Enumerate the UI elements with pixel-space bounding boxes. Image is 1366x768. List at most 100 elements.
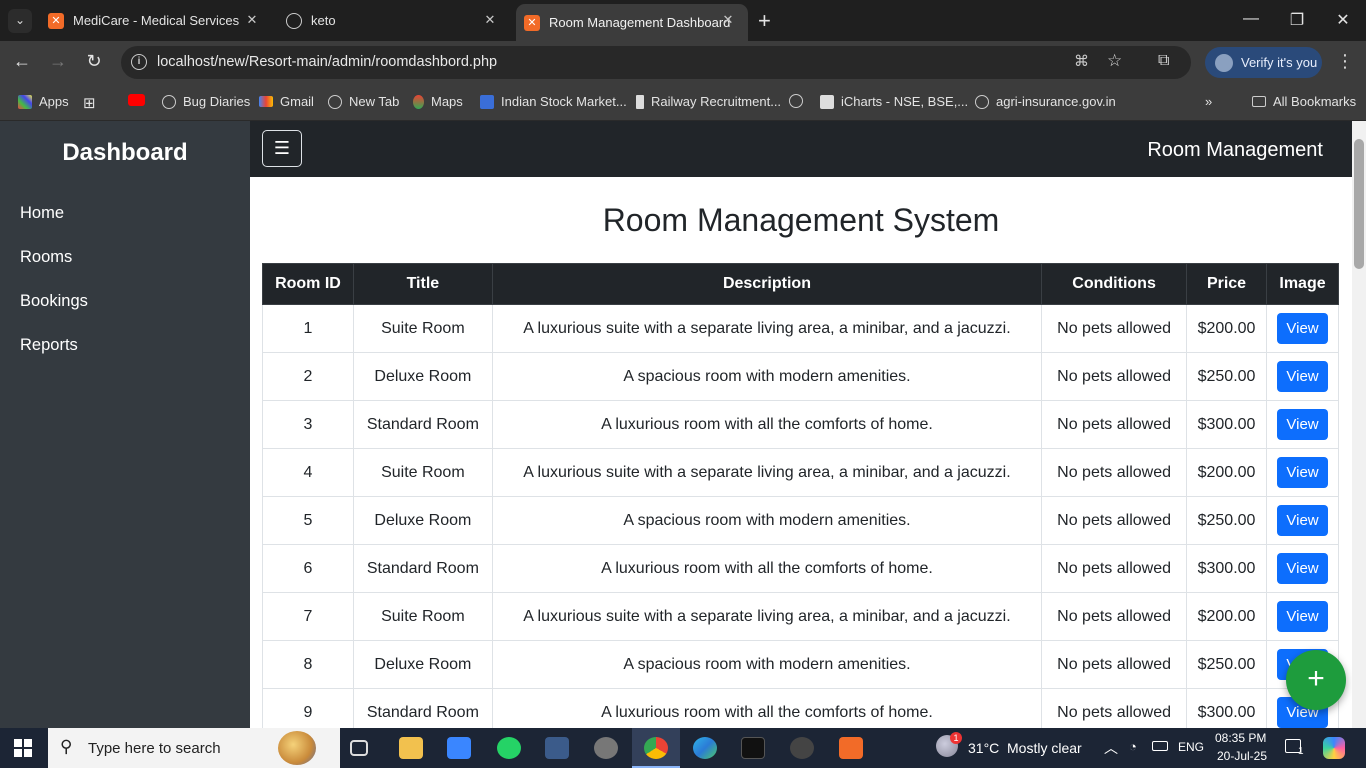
xampp-taskbar-icon[interactable]	[839, 737, 863, 759]
folder-icon	[1252, 96, 1266, 107]
cell-room-id: 3	[262, 400, 354, 449]
all-bookmarks[interactable]: All Bookmarks	[1252, 94, 1356, 109]
clock-time[interactable]: 08:35 PM	[1215, 731, 1266, 745]
vscode-icon[interactable]	[545, 737, 569, 759]
bookmark-maps[interactable]: Maps	[413, 94, 463, 109]
bookmark-gmail[interactable]: Gmail	[259, 94, 314, 109]
view-image-button[interactable]: View	[1277, 553, 1328, 584]
table-row: 9 Standard Room A luxurious room with all …	[262, 688, 1339, 728]
view-image-button[interactable]: View	[1277, 601, 1328, 632]
wifi-icon[interactable]: ◔	[1129, 739, 1137, 754]
star-icon[interactable]: ☆	[1107, 51, 1122, 71]
minimize-button[interactable]: —	[1241, 10, 1261, 28]
view-image-button[interactable]: View	[1277, 313, 1328, 344]
table-row: 4 Suite Room A luxurious suite with a sepa…	[262, 448, 1339, 497]
bookmark-grid[interactable]: ⊞	[83, 94, 96, 112]
view-image-button[interactable]: View	[1277, 505, 1328, 536]
chrome-icon[interactable]	[644, 737, 668, 759]
bookmark-globe[interactable]	[789, 94, 810, 108]
close-icon[interactable]: ✕	[482, 12, 498, 28]
address-bar[interactable]: i localhost/new/Resort-main/admin/roomda…	[121, 46, 1191, 79]
close-icon[interactable]: ✕	[720, 12, 736, 28]
sidebar-item-bookings[interactable]: Bookings	[20, 292, 88, 311]
bookmark-bug-diaries[interactable]: Bug Diaries	[162, 94, 250, 109]
navbar-title: Room Management	[1147, 139, 1323, 161]
tab-title: keto	[311, 13, 336, 28]
taskbar-search[interactable]: ⚲ Type here to search	[48, 728, 340, 768]
gmail-icon	[259, 96, 273, 107]
bookmark-new-tab[interactable]: New Tab	[328, 94, 399, 109]
cell-title: Suite Room	[352, 448, 493, 497]
sidebar-brand: Dashboard	[62, 139, 188, 166]
verify-profile-button[interactable]: Verify it's you	[1205, 47, 1322, 78]
cell-conditions: No pets allowed	[1041, 352, 1188, 401]
col-price: Price	[1186, 263, 1267, 305]
edge-icon[interactable]	[693, 737, 717, 759]
language-indicator[interactable]: ENG	[1178, 740, 1204, 754]
start-button[interactable]	[14, 739, 32, 757]
tab-medicare[interactable]: ✕ MediCare - Medical Services ✕	[40, 0, 272, 41]
col-image: Image	[1266, 263, 1339, 305]
tray-chevron-icon[interactable]: ︿	[1104, 738, 1118, 758]
tab-search-button[interactable]: ⌄	[8, 9, 32, 33]
weather-temp[interactable]: 31°C	[968, 740, 999, 756]
battery-icon[interactable]	[1152, 741, 1168, 751]
copilot-icon[interactable]	[1323, 737, 1345, 759]
sidebar-item-rooms[interactable]: Rooms	[20, 248, 72, 267]
col-description: Description	[491, 263, 1043, 305]
cell-image: View	[1266, 448, 1339, 497]
globe-icon	[328, 94, 342, 109]
url-text[interactable]: localhost/new/Resort-main/admin/roomdash…	[157, 54, 497, 70]
extensions-icon[interactable]: ⧉	[1158, 52, 1169, 70]
bookmarks-overflow[interactable]: »	[1205, 94, 1212, 109]
xampp-icon: ✕	[524, 14, 540, 31]
task-view-icon[interactable]	[350, 740, 368, 756]
bookmark-youtube[interactable]	[128, 94, 152, 106]
page-scrollbar[interactable]	[1352, 121, 1366, 728]
tab-keto[interactable]: keto ✕	[278, 0, 510, 41]
view-image-button[interactable]: View	[1277, 457, 1328, 488]
translate-icon[interactable]: ⌘	[1074, 52, 1089, 70]
scrollbar-thumb[interactable]	[1354, 139, 1364, 269]
store-icon[interactable]	[447, 737, 471, 759]
app-icon[interactable]	[594, 737, 618, 759]
bookmark-indian-stock[interactable]: Indian Stock Market...	[480, 94, 627, 109]
sidebar-item-reports[interactable]: Reports	[20, 336, 78, 355]
site-info-icon[interactable]: i	[131, 54, 147, 70]
cell-price: $200.00	[1186, 592, 1267, 641]
bookmark-railway[interactable]: Railway Recruitment...	[636, 94, 781, 109]
weather-text[interactable]: Mostly clear	[1007, 740, 1082, 756]
back-button[interactable]: ←	[10, 51, 34, 72]
globe-app-icon[interactable]	[790, 737, 814, 759]
cell-room-id: 6	[262, 544, 354, 593]
arrow-left-icon: ←	[13, 51, 31, 71]
bookmark-icharts[interactable]: iCharts - NSE, BSE,...	[820, 94, 968, 109]
bookmark-apps[interactable]: Apps	[18, 94, 69, 109]
clock-date[interactable]: 20-Jul-25	[1217, 749, 1267, 763]
sidebar-item-home[interactable]: Home	[20, 204, 64, 223]
view-image-button[interactable]: View	[1277, 361, 1328, 392]
close-window-button[interactable]: ✕	[1333, 10, 1353, 30]
chevron-double-right-icon: »	[1205, 94, 1213, 109]
cell-title: Deluxe Room	[352, 496, 493, 545]
reload-button[interactable]: ↻	[82, 51, 106, 72]
sidebar-toggle-button[interactable]: ☰	[262, 130, 302, 167]
globe-icon	[975, 94, 989, 109]
forward-button[interactable]: →	[46, 51, 70, 72]
menu-icon[interactable]: ⋮	[1336, 51, 1354, 72]
cell-title: Deluxe Room	[352, 640, 493, 689]
terminal-icon[interactable]	[741, 737, 765, 759]
add-room-button[interactable]: +	[1286, 650, 1346, 710]
table-row: 5 Deluxe Room A spacious room with modern …	[262, 496, 1339, 545]
view-image-button[interactable]: View	[1277, 409, 1328, 440]
new-tab-button[interactable]: +	[758, 8, 771, 34]
cell-price: $250.00	[1186, 352, 1267, 401]
tab-room-dashboard[interactable]: ✕ Room Management Dashboard ✕	[516, 4, 748, 41]
cell-title: Standard Room	[352, 688, 493, 728]
file-explorer-icon[interactable]	[399, 737, 423, 759]
whatsapp-icon[interactable]	[497, 737, 521, 759]
bookmark-agri[interactable]: agri-insurance.gov.in	[975, 94, 1116, 109]
cell-conditions: No pets allowed	[1041, 400, 1188, 449]
restore-button[interactable]: ❐	[1287, 10, 1307, 30]
close-icon[interactable]: ✕	[244, 12, 260, 28]
